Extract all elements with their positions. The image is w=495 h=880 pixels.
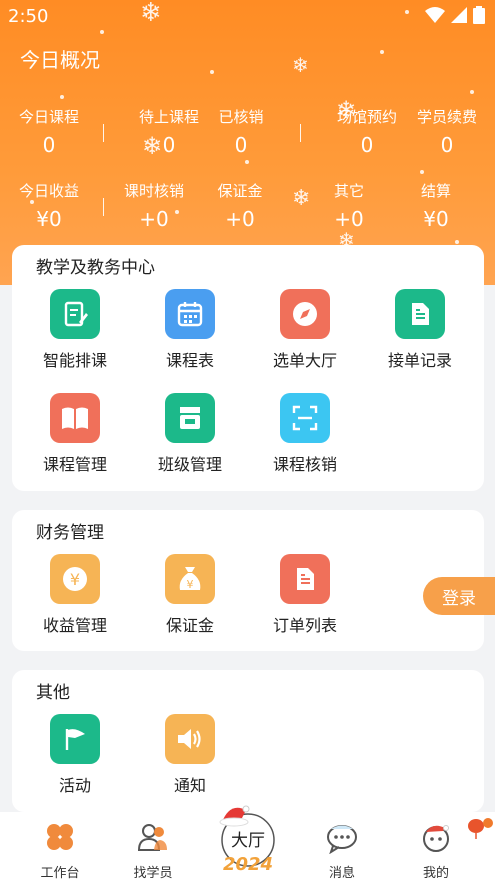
workbench-icon bbox=[47, 824, 73, 850]
stat-student-renewal[interactable]: 学员续费 0 bbox=[402, 106, 492, 157]
students-icon bbox=[137, 824, 167, 851]
stat-verified[interactable]: 已核销 0 bbox=[196, 106, 286, 157]
smart-scheduling-button[interactable]: 智能排课 bbox=[20, 289, 130, 371]
lantern-icon bbox=[468, 818, 493, 839]
other-card: 其他 活动 通知 bbox=[12, 670, 484, 812]
tab-workbench[interactable]: 工作台 bbox=[20, 820, 100, 880]
deposit-button[interactable]: ¥ 保证金 bbox=[135, 554, 245, 636]
edit-document-icon bbox=[50, 289, 100, 339]
finance-title: 财务管理 bbox=[36, 523, 104, 543]
stat-deposit[interactable]: 保证金 +0 bbox=[195, 180, 285, 231]
snowflake-icon: ❄ bbox=[140, 0, 162, 28]
document-icon bbox=[395, 289, 445, 339]
finance-card: 财务管理 ¥ 收益管理 ¥ 保证金 订单列表 bbox=[12, 510, 484, 651]
order-hall-button[interactable]: 选单大厅 bbox=[250, 289, 360, 371]
order-list-icon bbox=[280, 554, 330, 604]
status-time: 2:50 bbox=[8, 6, 49, 27]
income-management-button[interactable]: ¥ 收益管理 bbox=[20, 554, 130, 636]
money-bag-icon: ¥ bbox=[165, 554, 215, 604]
order-list-button[interactable]: 订单列表 bbox=[250, 554, 360, 636]
profile-icon bbox=[423, 825, 449, 852]
hall-label: 大厅 bbox=[231, 831, 265, 851]
order-record-button[interactable]: 接单记录 bbox=[365, 289, 475, 371]
page-title: 今日概况 bbox=[20, 48, 100, 72]
compass-icon bbox=[280, 289, 330, 339]
stat-today-courses[interactable]: 今日课程 0 bbox=[4, 106, 94, 157]
tab-hall[interactable]: 大厅 2024 bbox=[218, 800, 278, 880]
message-icon bbox=[327, 825, 357, 855]
wifi-icon bbox=[425, 7, 445, 23]
overview-header: ❄ ❄ ❄ ❄ ❄ ❄ 2:50 今日概况 今日课程 0 待上课程 0 已核销 … bbox=[0, 0, 495, 285]
timetable-button[interactable]: 课程表 bbox=[135, 289, 245, 371]
scan-icon bbox=[280, 393, 330, 443]
notification-button[interactable]: 通知 bbox=[135, 714, 245, 796]
tab-messages[interactable]: 消息 bbox=[302, 820, 382, 880]
activity-button[interactable]: 活动 bbox=[20, 714, 130, 796]
svg-text:¥: ¥ bbox=[70, 570, 80, 589]
tab-mine[interactable]: 我的 bbox=[396, 820, 476, 880]
class-box-icon bbox=[165, 393, 215, 443]
stat-settlement[interactable]: 结算 ¥0 bbox=[391, 180, 481, 231]
svg-text:¥: ¥ bbox=[187, 578, 194, 591]
flag-icon bbox=[50, 714, 100, 764]
course-management-button[interactable]: 课程管理 bbox=[20, 393, 130, 475]
login-button[interactable]: 登录 bbox=[423, 577, 495, 615]
year-badge: 2024 bbox=[222, 854, 274, 875]
calendar-icon bbox=[165, 289, 215, 339]
stat-other[interactable]: 其它 +0 bbox=[304, 180, 394, 231]
other-title: 其他 bbox=[36, 683, 70, 703]
snowflake-icon: ❄ bbox=[292, 53, 309, 77]
signal-icon bbox=[451, 7, 467, 23]
teaching-title: 教学及教务中心 bbox=[36, 258, 155, 278]
teaching-card: 教学及教务中心 智能排课 课程表 选单大厅 接单记录 课程管理 班级管理 课程核… bbox=[12, 245, 484, 491]
tab-find-students[interactable]: 找学员 bbox=[113, 820, 193, 880]
battery-icon bbox=[473, 6, 485, 24]
speaker-icon bbox=[165, 714, 215, 764]
stat-today-income[interactable]: 今日收益 ¥0 bbox=[4, 180, 94, 231]
class-management-button[interactable]: 班级管理 bbox=[135, 393, 245, 475]
status-icons bbox=[425, 6, 485, 24]
course-verify-button[interactable]: 课程核销 bbox=[250, 393, 360, 475]
stat-venue-booking[interactable]: 场馆预约 0 bbox=[322, 106, 412, 157]
stat-lesson-verify[interactable]: 课时核销 +0 bbox=[109, 180, 199, 231]
yuan-coin-icon: ¥ bbox=[50, 554, 100, 604]
book-icon bbox=[50, 393, 100, 443]
